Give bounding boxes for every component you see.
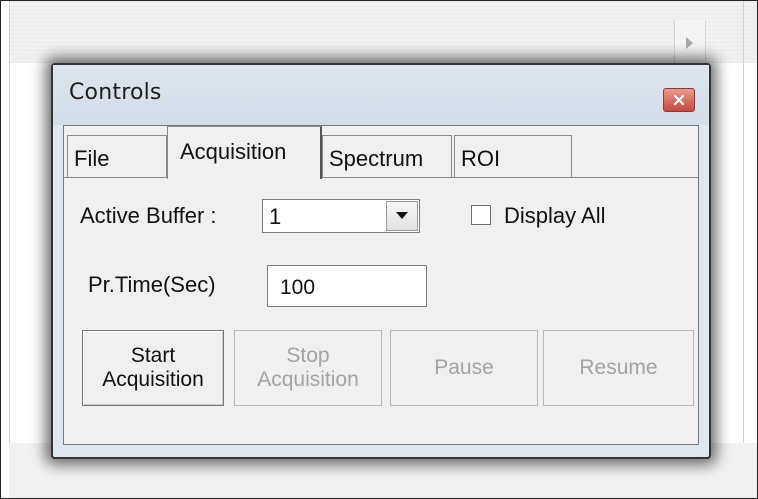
- window-client-area: File Spectrum ROI Acquisition Active Buf…: [63, 125, 699, 445]
- stop-acquisition-button[interactable]: Stop Acquisition: [234, 330, 382, 406]
- pr-time-value: 100: [280, 276, 316, 299]
- background-pattern: [9, 1, 757, 63]
- pause-button-label: Pause: [434, 356, 494, 379]
- resume-button-label: Resume: [579, 356, 658, 379]
- display-all-label[interactable]: Display All: [504, 203, 605, 229]
- tab-spectrum[interactable]: Spectrum: [322, 135, 452, 177]
- active-buffer-label: Active Buffer :: [80, 203, 217, 228]
- dropdown-button[interactable]: [386, 201, 418, 231]
- active-buffer-select[interactable]: 1: [262, 199, 420, 233]
- controls-window: Controls File Spectrum ROI Acquisition A…: [51, 63, 711, 459]
- start-acquisition-button[interactable]: Start Acquisition: [82, 330, 224, 406]
- close-icon: [674, 95, 684, 105]
- start-button-label-line1: Start: [130, 344, 176, 367]
- scroll-right-button[interactable]: [674, 20, 706, 66]
- pause-button[interactable]: Pause: [390, 330, 538, 406]
- chevron-down-icon: [396, 212, 408, 219]
- window-title: Controls: [69, 80, 162, 105]
- title-bar[interactable]: Controls: [53, 65, 709, 125]
- tab-strip: File Spectrum ROI Acquisition: [64, 126, 698, 179]
- start-button-label-line2: Acquisition: [102, 368, 204, 391]
- acquisition-panel: Active Buffer : 1 Display All Pr.Time(Se…: [64, 178, 698, 444]
- display-all-checkbox[interactable]: [471, 205, 491, 225]
- screen: Controls File Spectrum ROI Acquisition A…: [0, 0, 758, 499]
- active-buffer-value: 1: [269, 204, 282, 229]
- tab-roi[interactable]: ROI: [454, 135, 572, 177]
- arrow-right-icon: [686, 37, 693, 49]
- tab-file[interactable]: File: [67, 135, 167, 177]
- background-divider-right: [743, 1, 744, 498]
- tab-acquisition[interactable]: Acquisition: [167, 126, 322, 179]
- stop-button-label-line2: Acquisition: [257, 368, 359, 391]
- background-divider: [9, 1, 10, 498]
- stop-button-label-line1: Stop: [286, 344, 330, 367]
- pr-time-label: Pr.Time(Sec): [88, 272, 216, 297]
- resume-button[interactable]: Resume: [543, 330, 694, 406]
- close-button[interactable]: [663, 88, 695, 112]
- pr-time-input[interactable]: 100: [267, 265, 427, 307]
